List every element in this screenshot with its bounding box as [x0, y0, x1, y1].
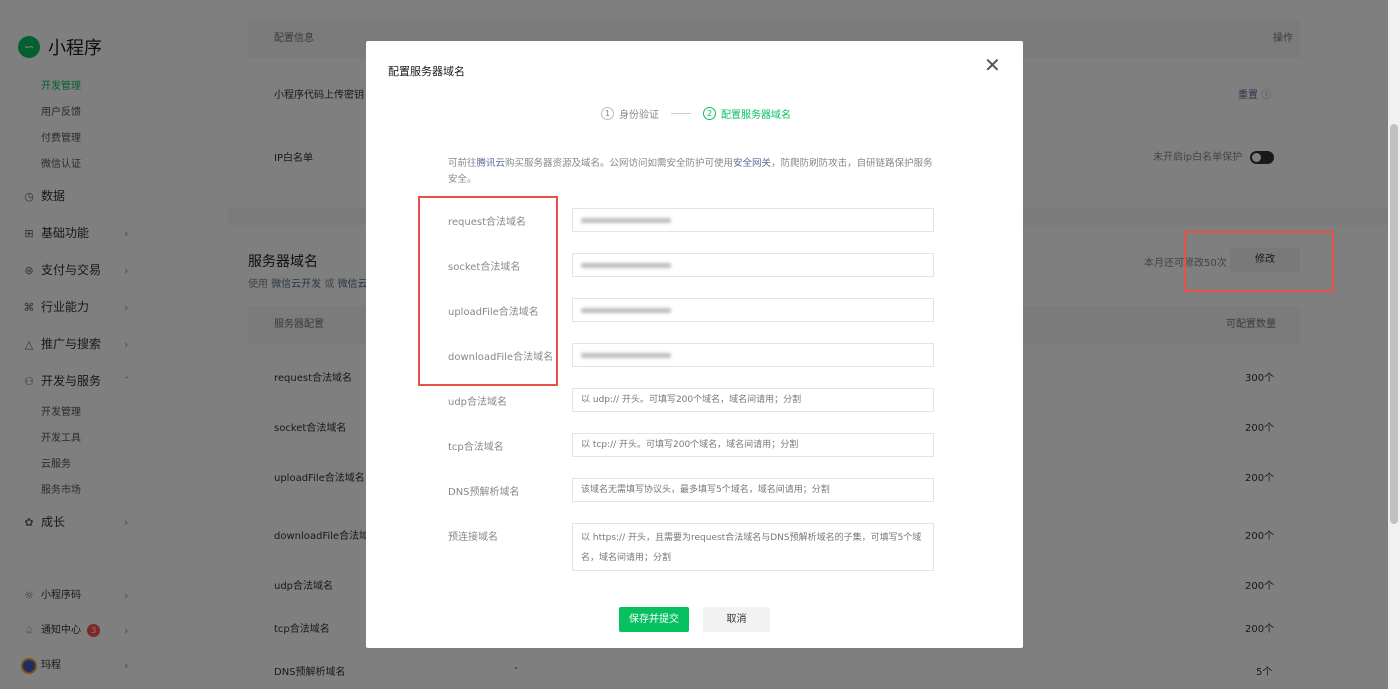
highlight-box-modify [1184, 231, 1334, 292]
step-identity: 1 身份验证 [601, 106, 659, 121]
socket-domain-input[interactable] [572, 253, 934, 277]
tcp-domain-input[interactable]: 以 tcp:// 开头。可填写200个域名，域名间请用；分割 [572, 433, 934, 457]
scrollbar-thumb[interactable] [1390, 124, 1398, 524]
server-domain-modal: 配置服务器域名 ✕ 1 身份验证 2 配置服务器域名 可前往腾讯云购买服务器资源… [366, 41, 1023, 648]
cancel-button[interactable]: 取消 [703, 607, 770, 632]
tencent-cloud-link[interactable]: 腾讯云 [477, 158, 506, 169]
upload-domain-input[interactable] [572, 298, 934, 322]
intro-part: 购买服务器资源及域名。公网访问如需安全防护可使用 [505, 158, 734, 169]
intro-part: 可前往 [448, 158, 477, 169]
close-icon[interactable]: ✕ [984, 55, 1001, 75]
highlight-box-fields [418, 196, 558, 386]
save-submit-button[interactable]: 保存并提交 [619, 607, 689, 632]
preconnect-domain-label: 预连接域名 [448, 532, 498, 543]
step-label: 身份验证 [619, 110, 659, 121]
request-domain-input[interactable] [572, 208, 934, 232]
dns-domain-label: DNS预解析域名 [448, 487, 520, 498]
step-number: 2 [703, 107, 716, 120]
tcp-domain-label: tcp合法域名 [448, 442, 504, 453]
steps: 1 身份验证 2 配置服务器域名 [601, 106, 791, 121]
preconnect-domain-input[interactable]: 以 https:// 开头，且需要为request合法域名与DNS预解析域名的子… [572, 523, 934, 571]
intro-text: 可前往腾讯云购买服务器资源及域名。公网访问如需安全防护可使用安全网关，防爬防刷防… [448, 156, 940, 188]
step-config: 2 配置服务器域名 [703, 106, 791, 121]
modal-title: 配置服务器域名 [388, 65, 465, 78]
udp-domain-label: udp合法域名 [448, 397, 508, 408]
step-divider [671, 113, 691, 114]
security-gateway-link[interactable]: 安全网关 [733, 158, 771, 169]
udp-domain-input[interactable]: 以 udp:// 开头。可填写200个域名，域名间请用；分割 [572, 388, 934, 412]
step-number: 1 [601, 107, 614, 120]
dns-domain-input[interactable]: 该域名无需填写协议头，最多填写5个域名，域名间请用；分割 [572, 478, 934, 502]
step-label: 配置服务器域名 [721, 110, 791, 121]
download-domain-input[interactable] [572, 343, 934, 367]
